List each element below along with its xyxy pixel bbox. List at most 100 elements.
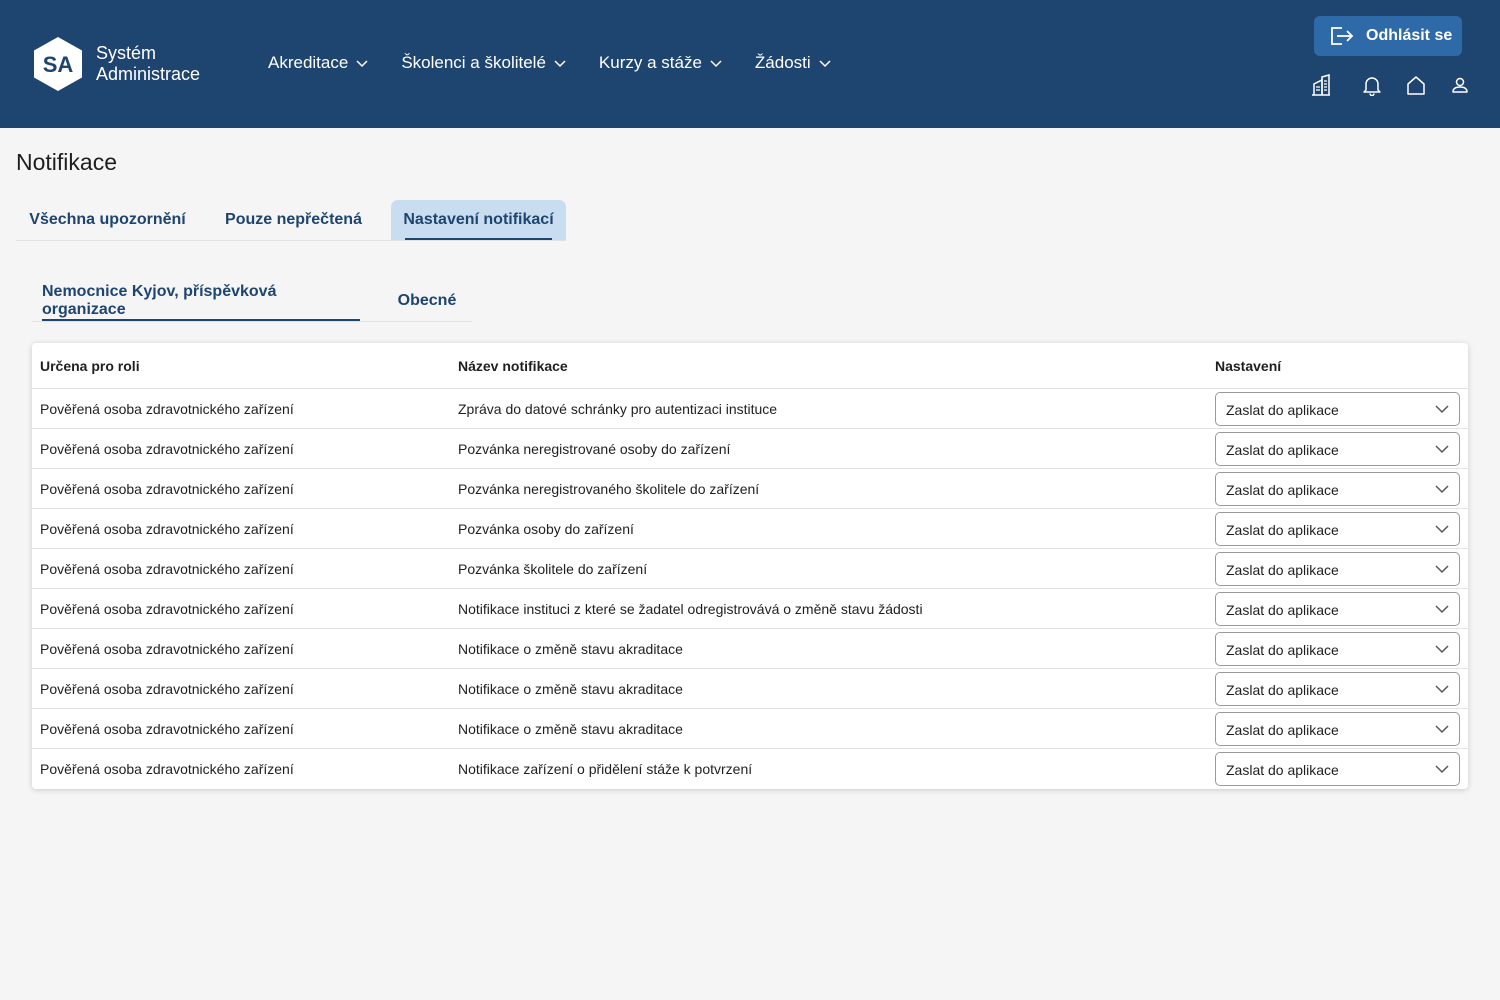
role-cell: Pověřená osoba zdravotnického zařízení [40,441,294,457]
nav-kurzy[interactable]: Kurzy a stáže [599,52,723,74]
logo-initials: SA [43,52,74,77]
table-row: Pověřená osoba zdravotnického zařízení No… [32,669,1468,709]
role-cell: Pověřená osoba zdravotnického zařízení [40,561,294,577]
organization-tabs: Nemocnice Kyjov, příspěvková organizace … [32,282,472,322]
notification-name-cell: Pozvánka školitele do zařízení [458,561,648,577]
user-icon[interactable] [1449,74,1471,96]
setting-value: Zaslat do aplikace [1226,682,1339,698]
setting-select[interactable]: Zaslat do aplikace [1215,432,1460,466]
table-row: Pověřená osoba zdravotnického zařízení Po… [32,429,1468,469]
nav-label: Školenci a školitelé [401,53,546,72]
tab-label: Pouze nepřečtená [225,211,362,228]
setting-select[interactable]: Zaslat do aplikace [1215,512,1460,546]
app-name-line2: Administrace [96,64,201,84]
setting-value: Zaslat do aplikace [1226,762,1339,778]
table-row: Pověřená osoba zdravotnického zařízení Po… [32,509,1468,549]
setting-select[interactable]: Zaslat do aplikace [1215,632,1460,666]
table-row: Pověřená osoba zdravotnického zařízení Po… [32,469,1468,509]
role-cell: Pověřená osoba zdravotnického zařízení [40,401,294,417]
setting-value: Zaslat do aplikace [1226,522,1339,538]
chevron-down-icon [356,60,368,68]
active-subtab-underline [42,319,360,321]
notification-name-cell: Pozvánka neregistrovaného školitele do z… [458,481,760,497]
table-row: Pověřená osoba zdravotnického zařízení No… [32,709,1468,749]
logout-button[interactable]: Odhlásit se [1314,16,1462,56]
tab-label: Nastavení notifikací [403,211,554,228]
notification-settings-table: Určena pro roli Název notifikace Nastave… [32,343,1468,789]
table-row: Pověřená osoba zdravotnického zařízení Zp… [32,389,1468,429]
nav-label: Akreditace [268,53,349,72]
tab-unread-only[interactable]: Pouze nepřečtená [215,200,372,240]
chevron-down-icon [1435,725,1449,734]
setting-value: Zaslat do aplikace [1226,482,1339,498]
setting-select[interactable]: Zaslat do aplikace [1215,712,1460,746]
notification-name-cell: Notifikace o změně stavu akraditace [458,681,683,697]
chevron-down-icon [1435,485,1449,494]
building-icon[interactable] [1310,74,1332,96]
table-row: Pověřená osoba zdravotnického zařízení No… [32,749,1468,789]
role-cell: Pověřená osoba zdravotnického zařízení [40,601,294,617]
nav-zadosti[interactable]: Žádosti [755,52,832,74]
notification-name-cell: Notifikace o změně stavu akraditace [458,721,683,737]
top-header: SA Systém Administrace Akreditace Školen… [0,0,1500,128]
setting-value: Zaslat do aplikace [1226,602,1339,618]
setting-value: Zaslat do aplikace [1226,722,1339,738]
nav-label: Žádosti [754,53,811,72]
chevron-down-icon [1435,565,1449,574]
app-name-line1: Systém [96,43,157,63]
table-row: Pověřená osoba zdravotnického zařízení Po… [32,549,1468,589]
main-nav: Akreditace Školenci a školitelé Kurzy a … [268,52,864,74]
setting-value: Zaslat do aplikace [1226,642,1339,658]
setting-select[interactable]: Zaslat do aplikace [1215,472,1460,506]
main-tabs: Všechna upozornění Pouze nepřečtená Nast… [16,200,566,241]
notification-name-cell: Zpráva do datové schránky pro autentizac… [458,401,778,417]
chevron-down-icon [710,60,722,68]
role-cell: Pověřená osoba zdravotnického zařízení [40,521,294,537]
role-cell: Pověřená osoba zdravotnického zařízení [40,481,294,497]
nav-skolenci[interactable]: Školenci a školitelé [401,52,567,74]
subtab-nemocnice-kyjov[interactable]: Nemocnice Kyjov, příspěvková organizace [42,282,360,321]
setting-select[interactable]: Zaslat do aplikace [1215,672,1460,706]
header-role: Určena pro roli [40,358,140,374]
app-name[interactable]: Systém Administrace [96,43,200,85]
subtab-obecne[interactable]: Obecné [392,282,462,320]
bell-icon[interactable] [1361,74,1383,96]
home-icon[interactable] [1405,74,1427,96]
logo-icon[interactable]: SA [32,36,84,92]
notification-name-cell: Notifikace zařízení o přidělení stáže k … [458,761,753,777]
subtab-label: Obecné [397,292,457,309]
tab-label: Všechna upozornění [29,211,186,228]
notification-name-cell: Pozvánka neregistrované osoby do zařízen… [458,441,731,457]
role-cell: Pověřená osoba zdravotnického zařízení [40,681,294,697]
chevron-down-icon [554,60,566,68]
chevron-down-icon [1435,405,1449,414]
tab-all-notifications[interactable]: Všechna upozornění [16,200,199,240]
chevron-down-icon [1435,645,1449,654]
nav-label: Kurzy a stáže [598,53,702,72]
table-row: Pověřená osoba zdravotnického zařízení No… [32,589,1468,629]
nav-akreditace[interactable]: Akreditace [268,52,369,74]
header-setting: Nastavení [1215,358,1282,374]
setting-select[interactable]: Zaslat do aplikace [1215,552,1460,586]
setting-select[interactable]: Zaslat do aplikace [1215,592,1460,626]
header-notification-name: Název notifikace [458,358,568,374]
chevron-down-icon [1435,605,1449,614]
notification-name-cell: Notifikace instituci z které se žadatel … [458,601,923,617]
chevron-down-icon [819,60,831,68]
chevron-down-icon [1435,765,1449,774]
notification-name-cell: Pozvánka osoby do zařízení [458,521,634,537]
tab-notification-settings[interactable]: Nastavení notifikací [391,200,566,240]
role-cell: Pověřená osoba zdravotnického zařízení [40,721,294,737]
setting-select[interactable]: Zaslat do aplikace [1215,752,1460,786]
logout-icon [1331,27,1354,45]
chevron-down-icon [1435,685,1449,694]
role-cell: Pověřená osoba zdravotnického zařízení [40,761,294,777]
subtab-label: Nemocnice Kyjov, příspěvková organizace [42,283,277,318]
table-header: Určena pro roli Název notifikace Nastave… [32,343,1468,389]
setting-value: Zaslat do aplikace [1226,442,1339,458]
setting-select[interactable]: Zaslat do aplikace [1215,392,1460,426]
setting-value: Zaslat do aplikace [1226,562,1339,578]
active-tab-underline [405,238,552,240]
notification-name-cell: Notifikace o změně stavu akraditace [458,641,683,657]
chevron-down-icon [1435,445,1449,454]
